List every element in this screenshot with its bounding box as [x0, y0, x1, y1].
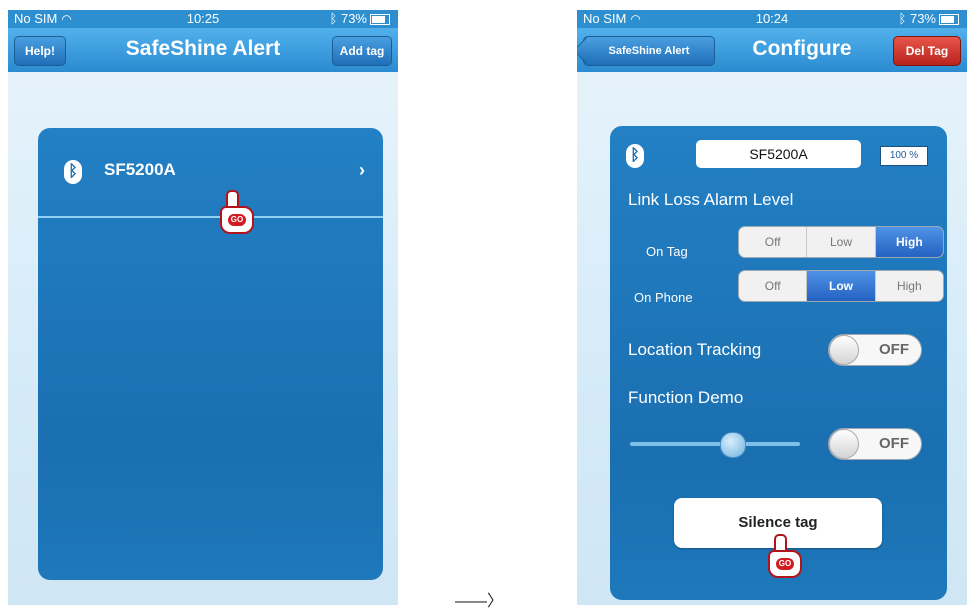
on-tag-option-off[interactable]: Off	[739, 227, 808, 257]
chevron-right-icon: ›	[359, 160, 365, 180]
navigation-bar: Help! SafeShine Alert Add tag	[8, 28, 398, 72]
location-tracking-toggle[interactable]: OFF	[828, 334, 922, 366]
config-panel: ᛒ SF5200A 100 % Link Loss Alarm Level On…	[610, 126, 947, 600]
status-bar: No SIM ◠ 10:25 ᛒ 73%	[8, 10, 398, 28]
function-demo-toggle[interactable]: OFF	[828, 428, 922, 460]
demo-slider-track[interactable]	[630, 442, 800, 446]
link-loss-heading: Link Loss Alarm Level	[628, 190, 794, 209]
go-label: GO	[228, 214, 246, 226]
demo-slider-thumb[interactable]	[720, 432, 746, 458]
battery-percent: 73%	[340, 11, 367, 26]
on-tag-label: On Tag	[646, 244, 688, 259]
on-phone-label: On Phone	[634, 290, 693, 305]
status-bar: No SIM ◠ 10:24 ᛒ 73%	[577, 10, 967, 28]
toggle-knob	[829, 335, 859, 365]
navigation-bar: SafeShine Alert Configure Del Tag	[577, 28, 967, 72]
pointing-hand-icon: GO	[764, 534, 804, 578]
on-tag-alarm-selector: Off Low High	[738, 226, 944, 258]
pointing-hand-icon: GO	[216, 190, 256, 234]
toggle-state: OFF	[879, 435, 909, 452]
go-label: GO	[776, 558, 794, 570]
bluetooth-status-icon: ᛒ	[898, 11, 910, 26]
tag-row[interactable]: ᛒ SF5200A ›	[38, 128, 383, 218]
on-tag-option-low[interactable]: Low	[807, 227, 876, 257]
configure-screen: No SIM ◠ 10:24 ᛒ 73% SafeShine Alert Conf…	[577, 10, 967, 605]
bluetooth-icon: ᛒ	[626, 144, 644, 168]
toggle-state: OFF	[879, 341, 909, 358]
battery-indicator: ᛒ 73%	[899, 11, 959, 26]
add-tag-button[interactable]: Add tag	[332, 36, 392, 66]
on-phone-option-off[interactable]: Off	[739, 271, 808, 301]
tag-list-screen: No SIM ◠ 10:25 ᛒ 73% Help! SafeShine Aler…	[8, 10, 398, 605]
battery-indicator: ᛒ 73%	[330, 11, 390, 26]
battery-icon	[939, 14, 959, 26]
delete-tag-button[interactable]: Del Tag	[893, 36, 961, 66]
tag-battery-level: 100 %	[880, 146, 928, 166]
on-phone-option-low[interactable]: Low	[807, 271, 876, 301]
on-tag-option-high[interactable]: High	[875, 227, 943, 257]
toggle-knob	[829, 429, 859, 459]
battery-percent: 73%	[909, 11, 936, 26]
tag-name-label: SF5200A	[104, 160, 176, 179]
transition-arrow: ——〉	[455, 593, 504, 610]
location-tracking-label: Location Tracking	[628, 340, 762, 359]
function-demo-label: Function Demo	[628, 388, 744, 407]
bluetooth-status-icon: ᛒ	[329, 11, 341, 26]
on-phone-option-high[interactable]: High	[876, 271, 943, 301]
battery-icon	[370, 14, 390, 26]
on-phone-alarm-selector: Off Low High	[738, 270, 944, 302]
tag-name-field[interactable]: SF5200A	[696, 140, 861, 168]
bluetooth-icon: ᛒ	[64, 160, 82, 184]
tag-list: ᛒ SF5200A › GO	[38, 128, 383, 580]
